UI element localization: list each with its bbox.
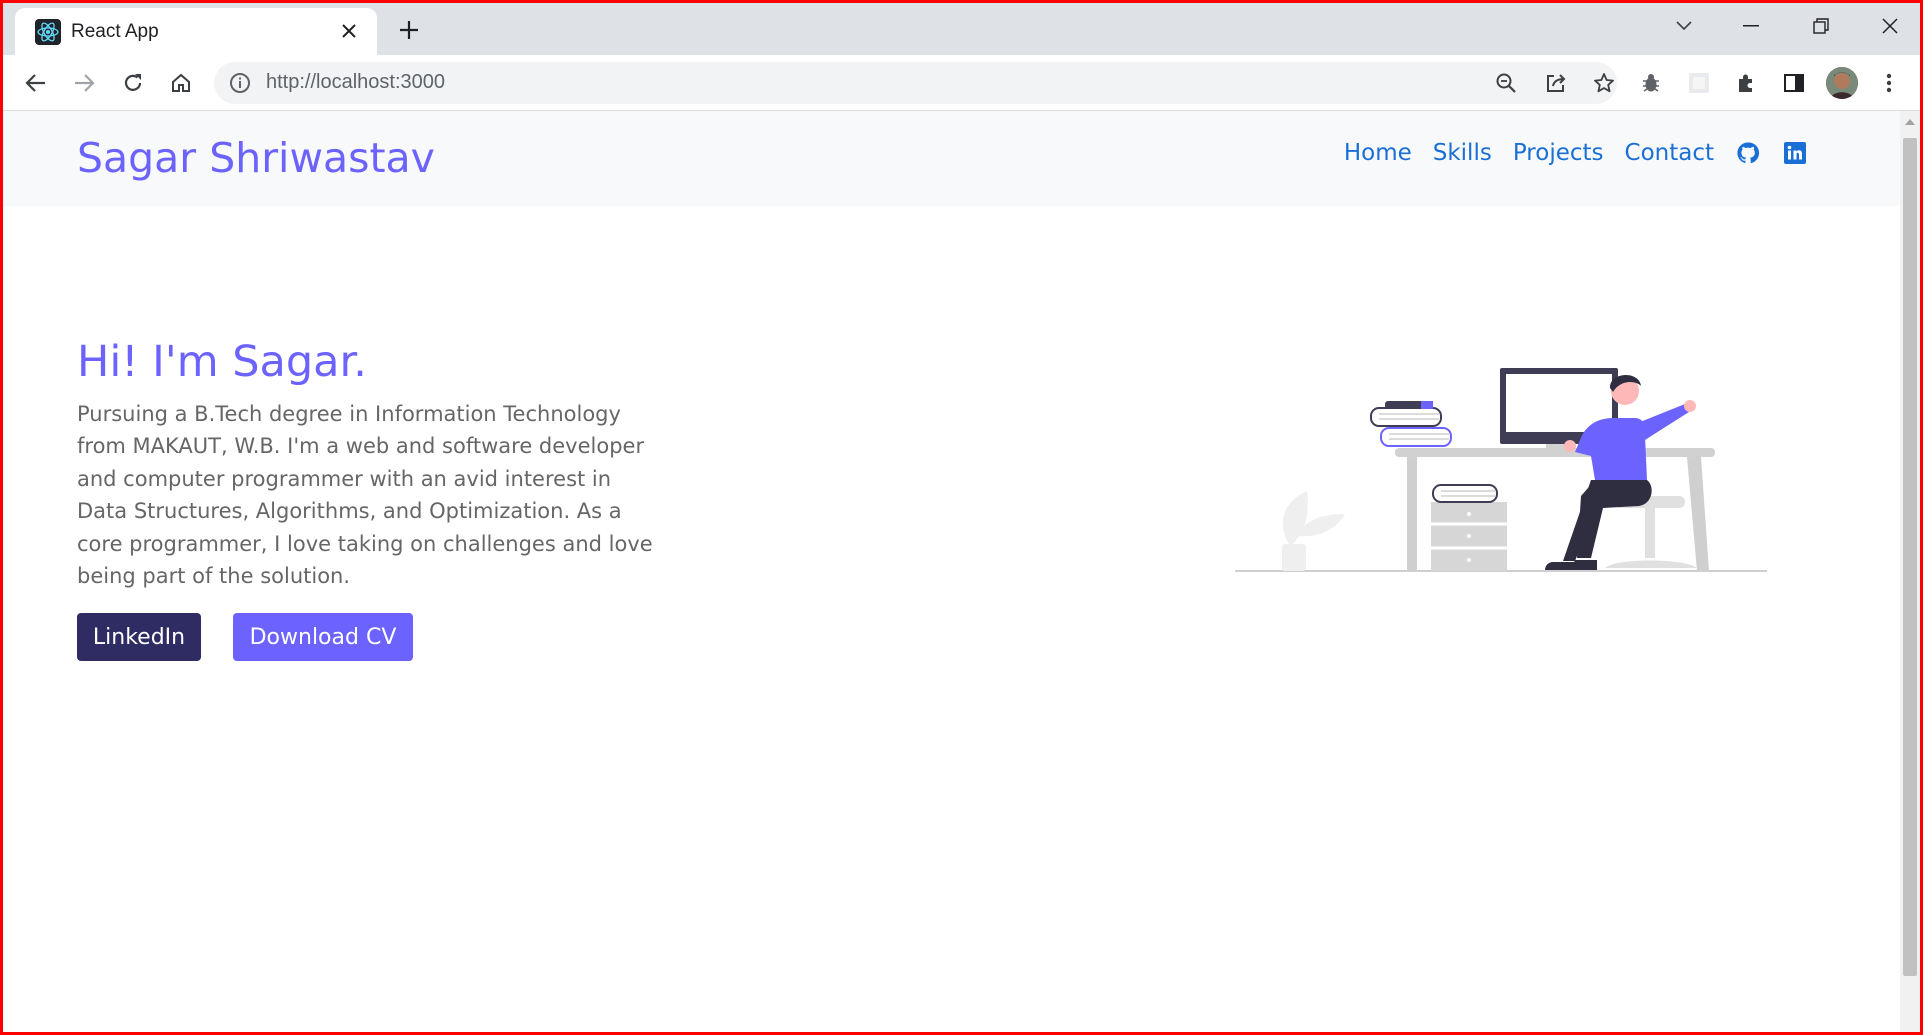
bookmark-star-icon[interactable]	[1587, 66, 1621, 100]
close-window-icon[interactable]	[1870, 10, 1910, 42]
linkedin-icon[interactable]	[1782, 140, 1808, 166]
zoom-icon[interactable]	[1489, 66, 1523, 100]
restore-icon[interactable]	[1801, 10, 1841, 42]
url-text[interactable]: http://localhost:3000	[266, 71, 445, 94]
download-cv-button[interactable]: Download CV	[233, 613, 413, 661]
nav-links: Home Skills Projects Contact	[1323, 140, 1808, 166]
nav-projects[interactable]: Projects	[1513, 140, 1604, 166]
nav-home[interactable]: Home	[1344, 140, 1412, 166]
menu-dots-icon[interactable]	[1869, 63, 1909, 103]
profile-avatar[interactable]	[1826, 67, 1858, 99]
nav-contact[interactable]: Contact	[1625, 140, 1714, 166]
nav-skills[interactable]: Skills	[1433, 140, 1492, 166]
minimize-icon[interactable]	[1731, 10, 1771, 42]
reload-icon[interactable]	[113, 63, 153, 103]
github-icon[interactable]	[1735, 140, 1761, 166]
extensions-puzzle-icon[interactable]	[1726, 63, 1766, 103]
developer-desk-illustration	[1235, 368, 1767, 572]
react-icon	[35, 19, 61, 45]
address-bar[interactable]: http://localhost:3000	[214, 62, 1617, 104]
forward-icon[interactable]	[64, 63, 104, 103]
site-info-icon[interactable]	[228, 71, 252, 95]
linkedin-button[interactable]: LinkedIn	[77, 613, 201, 661]
extension-placeholder-icon[interactable]	[1679, 63, 1719, 103]
hero-title: Hi! I'm Sagar.	[77, 337, 367, 387]
share-icon[interactable]	[1539, 66, 1573, 100]
bug-extension-icon[interactable]	[1631, 63, 1671, 103]
scroll-up-arrow-icon[interactable]	[1905, 119, 1915, 125]
brand-name[interactable]: Sagar Shriwastav	[77, 134, 435, 182]
tab-close-icon[interactable]	[335, 17, 363, 45]
back-icon[interactable]	[16, 63, 56, 103]
url-host: http://localhost	[266, 71, 395, 93]
tab-strip: React App	[0, 0, 1923, 55]
page-viewport: Sagar Shriwastav Home Skills Projects Co…	[3, 111, 1900, 1032]
site-navbar: Sagar Shriwastav Home Skills Projects Co…	[3, 111, 1900, 206]
side-panel-icon[interactable]	[1774, 63, 1814, 103]
browser-tab[interactable]: React App	[15, 8, 377, 55]
hero-description: Pursuing a B.Tech degree in Information …	[77, 402, 653, 589]
home-icon[interactable]	[161, 63, 201, 103]
tab-search-icon[interactable]	[1664, 10, 1704, 42]
page-scrollbar[interactable]	[1900, 111, 1920, 1032]
scroll-thumb[interactable]	[1903, 138, 1917, 976]
url-port: :3000	[394, 71, 446, 93]
new-tab-icon[interactable]	[393, 14, 425, 46]
browser-toolbar: http://localhost:3000	[0, 55, 1923, 111]
tab-title: React App	[71, 21, 159, 42]
